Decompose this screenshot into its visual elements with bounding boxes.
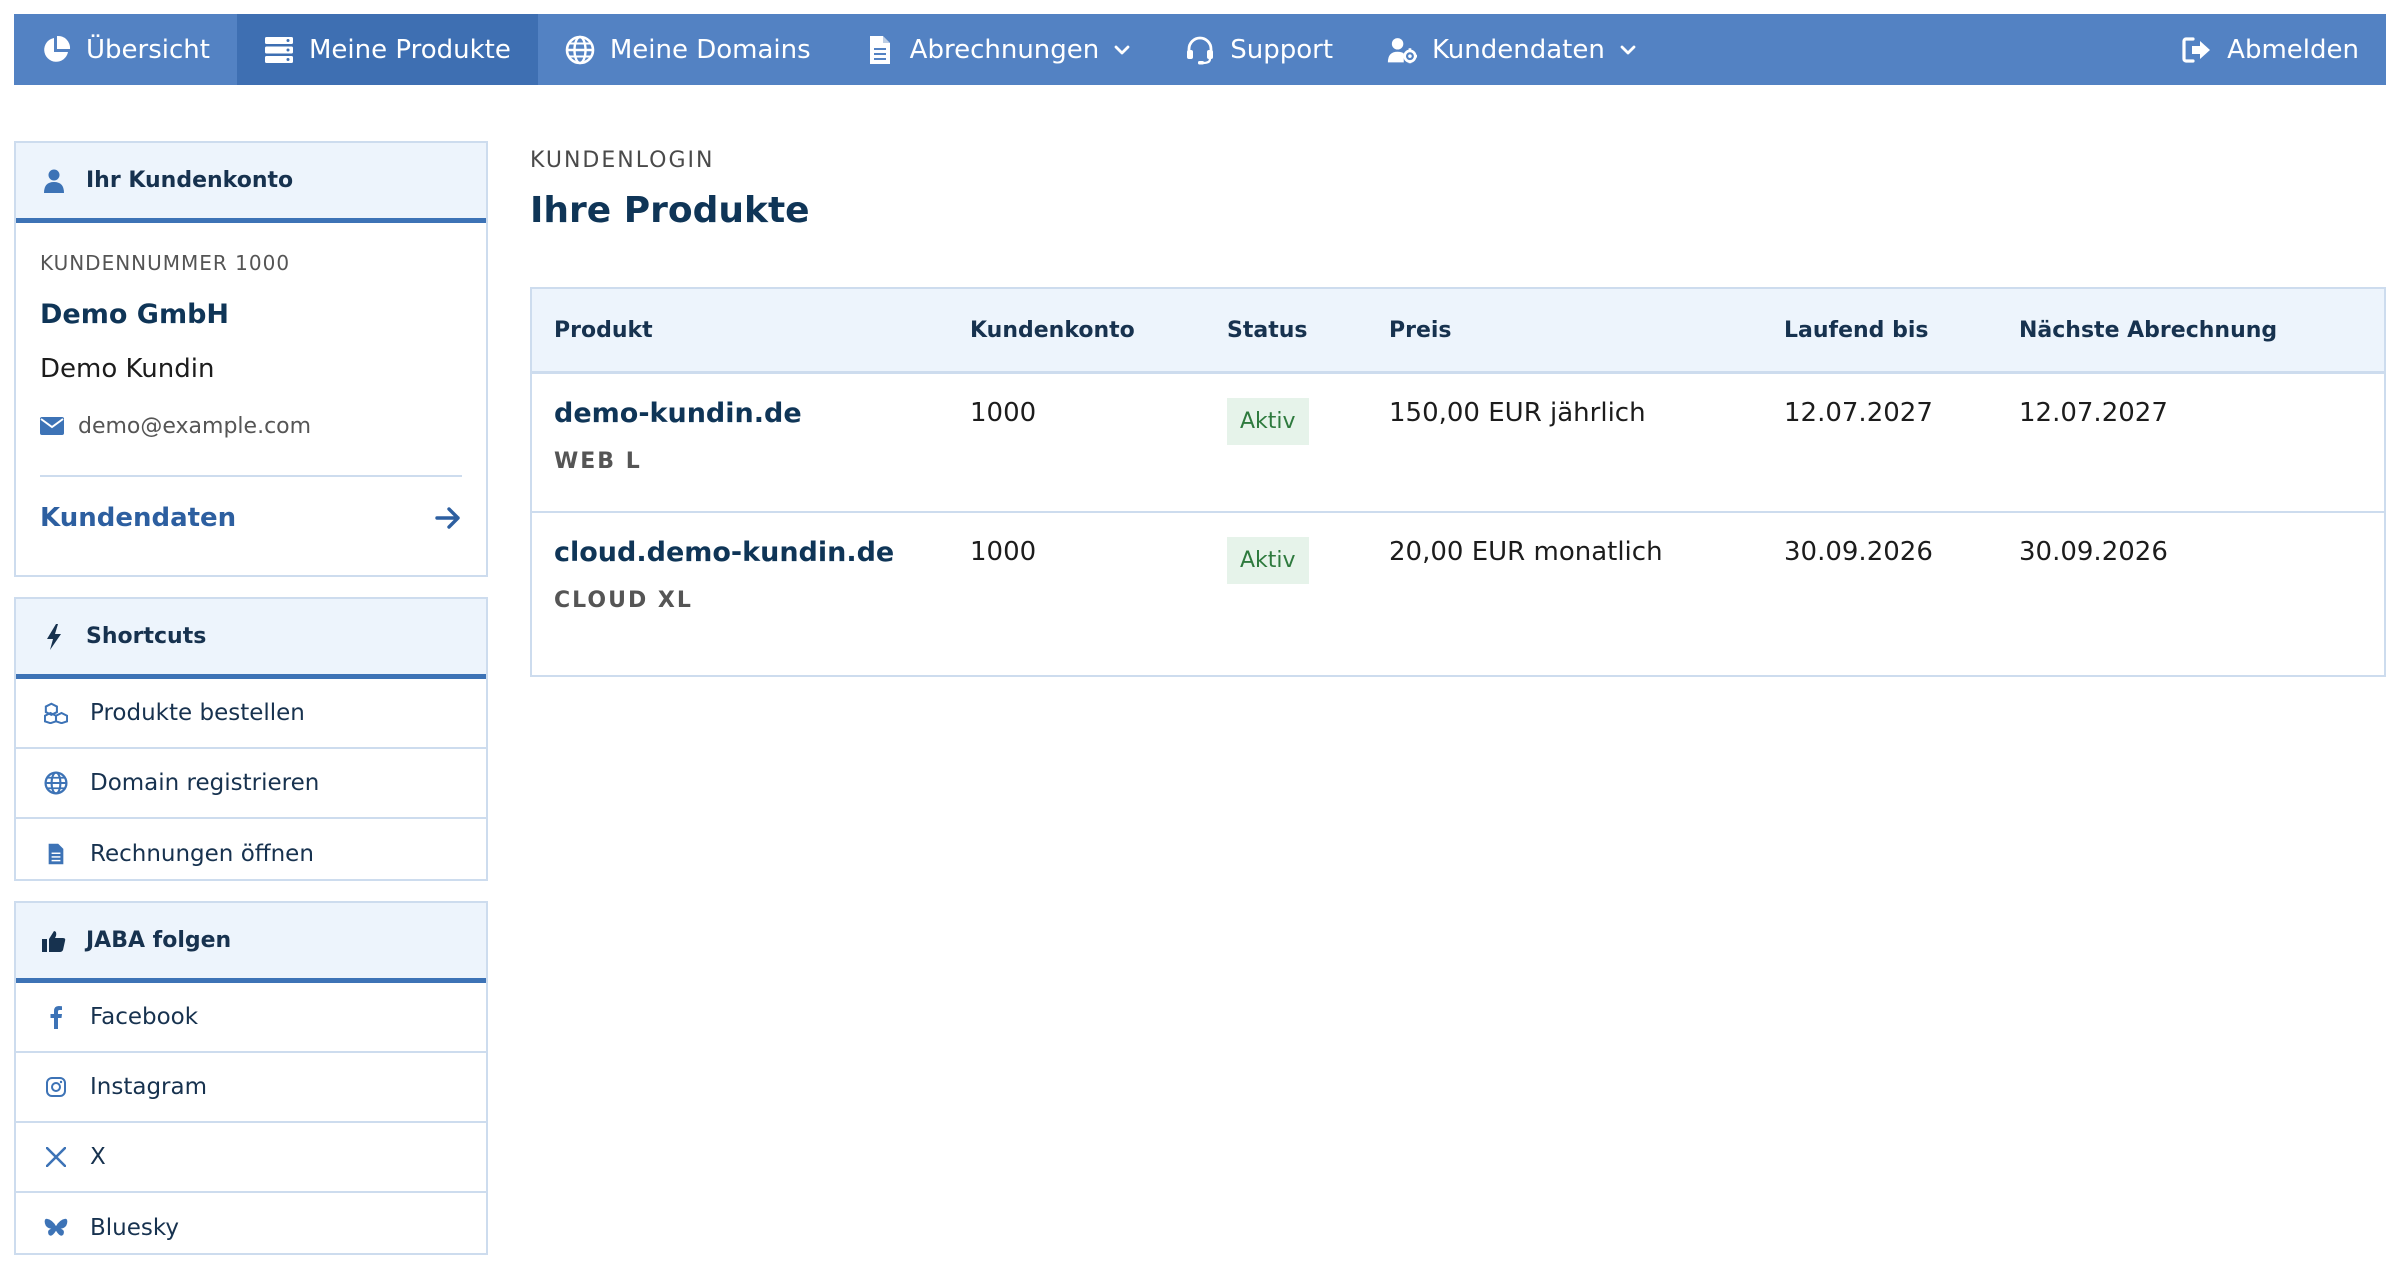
account-panel: Ihr Kundenkonto KUNDENNUMMER 1000 Demo G… (14, 141, 488, 577)
shortcuts-panel: Shortcuts Produkte bestellen Domain regi… (14, 597, 488, 881)
shortcut-rechnungen-oeffnen[interactable]: Rechnungen öffnen (16, 819, 486, 889)
envelope-icon (40, 416, 64, 437)
customer-name: Demo Kundin (40, 354, 215, 384)
customer-email: demo@example.com (40, 414, 462, 439)
status-cell: Aktiv (1227, 398, 1389, 445)
customer-number: KUNDENNUMMER 1000 (40, 251, 291, 275)
product-cell: demo-kundin.de WEB L (532, 398, 970, 474)
follow-panel: JABA folgen Facebook Instagram X Bluesky (14, 901, 488, 1255)
nav-item-label: Support (1230, 34, 1334, 65)
column-header-kundenkonto: Kundenkonto (970, 317, 1135, 343)
product-cell: cloud.demo-kundin.de CLOUD XL (532, 537, 970, 613)
bluesky-icon (44, 1216, 68, 1240)
logout-button[interactable]: Abmelden (2155, 14, 2386, 85)
follow-label: Facebook (90, 1004, 199, 1030)
nav-item-label: Meine Produkte (308, 34, 511, 65)
shortcut-domain-registrieren[interactable]: Domain registrieren (16, 749, 486, 819)
shortcut-label: Domain registrieren (90, 770, 320, 796)
product-plan: CLOUD XL (554, 588, 693, 613)
logout-label: Abmelden (2227, 34, 2359, 65)
account-cell: 1000 (970, 537, 1037, 567)
document-icon (44, 842, 68, 866)
page-title: Ihre Produkte (530, 190, 810, 231)
column-header-laufend-bis: Laufend bis (1784, 317, 1929, 343)
next-billing-cell: 12.07.2027 (2019, 398, 2168, 428)
page-kicker: KUNDENLOGIN (530, 148, 715, 173)
follow-panel-header: JABA folgen (16, 903, 486, 983)
x-icon (44, 1145, 68, 1169)
chevron-down-icon (1113, 41, 1131, 59)
products-table: Produkt Kundenkonto Status Preis Laufend… (530, 287, 2386, 677)
divider (40, 475, 462, 477)
product-link[interactable]: cloud.demo-kundin.de (554, 537, 970, 568)
nav-item-support[interactable]: Support (1158, 14, 1360, 85)
until-cell: 30.09.2026 (1784, 537, 1933, 567)
nav-item-kundendaten[interactable]: Kundendaten (1360, 14, 1664, 85)
follow-label: Instagram (90, 1074, 208, 1100)
next-billing-cell: 30.09.2026 (2019, 537, 2168, 567)
status-badge: Aktiv (1227, 537, 1309, 584)
product-link[interactable]: demo-kundin.de (554, 398, 970, 429)
nav-item-abrechnungen[interactable]: Abrechnungen (838, 14, 1159, 85)
price-cell: 150,00 EUR jährlich (1389, 398, 1646, 428)
follow-bluesky[interactable]: Bluesky (16, 1193, 486, 1263)
status-badge: Aktiv (1227, 398, 1309, 445)
shortcuts-panel-header: Shortcuts (16, 599, 486, 679)
nav-item-meine-produkte[interactable]: Meine Produkte (236, 14, 538, 85)
globe-icon (44, 771, 68, 795)
email-text: demo@example.com (78, 414, 312, 439)
column-header-status: Status (1227, 317, 1308, 343)
follow-label: Bluesky (90, 1215, 179, 1241)
nav-item-meine-domains[interactable]: Meine Domains (538, 14, 838, 85)
nav-item-label: Kundendaten (1432, 34, 1605, 65)
follow-label: X (90, 1144, 106, 1170)
globe-icon (565, 35, 595, 65)
cubes-icon (44, 701, 68, 725)
shortcut-label: Produkte bestellen (90, 700, 305, 726)
account-panel-header: Ihr Kundenkonto (16, 143, 486, 223)
table-row: demo-kundin.de WEB L 1000 Aktiv 150,00 E… (532, 374, 2384, 513)
top-navigation: Übersicht Meine Produkte Meine Domains A… (14, 14, 2386, 85)
account-cell: 1000 (970, 398, 1037, 428)
user-icon (42, 169, 66, 193)
shortcuts-panel-title: Shortcuts (86, 624, 207, 649)
follow-panel-title: JABA folgen (86, 928, 232, 953)
nav-item-label: Abrechnungen (909, 34, 1100, 65)
facebook-icon (44, 1005, 68, 1029)
column-header-produkt: Produkt (554, 317, 653, 343)
shortcut-label: Rechnungen öffnen (90, 841, 314, 867)
sign-out-icon (2182, 35, 2212, 65)
follow-x[interactable]: X (16, 1123, 486, 1193)
arrow-right-icon (434, 504, 462, 532)
nav-item-label: Meine Domains (609, 34, 811, 65)
price-cell: 20,00 EUR monatlich (1389, 537, 1663, 567)
thumbs-up-icon (42, 929, 66, 953)
product-plan: WEB L (554, 449, 642, 474)
company-name: Demo GmbH (40, 299, 230, 330)
table-header: Produkt Kundenkonto Status Preis Laufend… (532, 289, 2384, 374)
kundendaten-link-label: Kundendaten (40, 503, 237, 533)
bolt-icon (42, 623, 66, 650)
follow-instagram[interactable]: Instagram (16, 1053, 486, 1123)
nav-item-label: Übersicht (86, 34, 210, 65)
column-header-naechste-abrechnung: Nächste Abrechnung (2019, 317, 2278, 343)
headset-icon (1185, 35, 1215, 65)
column-header-preis: Preis (1389, 317, 1452, 343)
shortcut-produkte-bestellen[interactable]: Produkte bestellen (16, 679, 486, 749)
document-icon (865, 35, 895, 65)
account-panel-title: Ihr Kundenkonto (86, 168, 294, 193)
table-row: cloud.demo-kundin.de CLOUD XL 1000 Aktiv… (532, 513, 2384, 652)
status-cell: Aktiv (1227, 537, 1389, 584)
chevron-down-icon (1619, 41, 1637, 59)
follow-facebook[interactable]: Facebook (16, 983, 486, 1053)
kundendaten-link[interactable]: Kundendaten (40, 503, 462, 533)
chart-pie-icon (41, 35, 71, 65)
instagram-icon (44, 1075, 68, 1099)
nav-item-uebersicht[interactable]: Übersicht (14, 14, 237, 85)
server-icon (264, 35, 294, 65)
until-cell: 12.07.2027 (1784, 398, 1933, 428)
user-gear-icon (1387, 35, 1418, 65)
